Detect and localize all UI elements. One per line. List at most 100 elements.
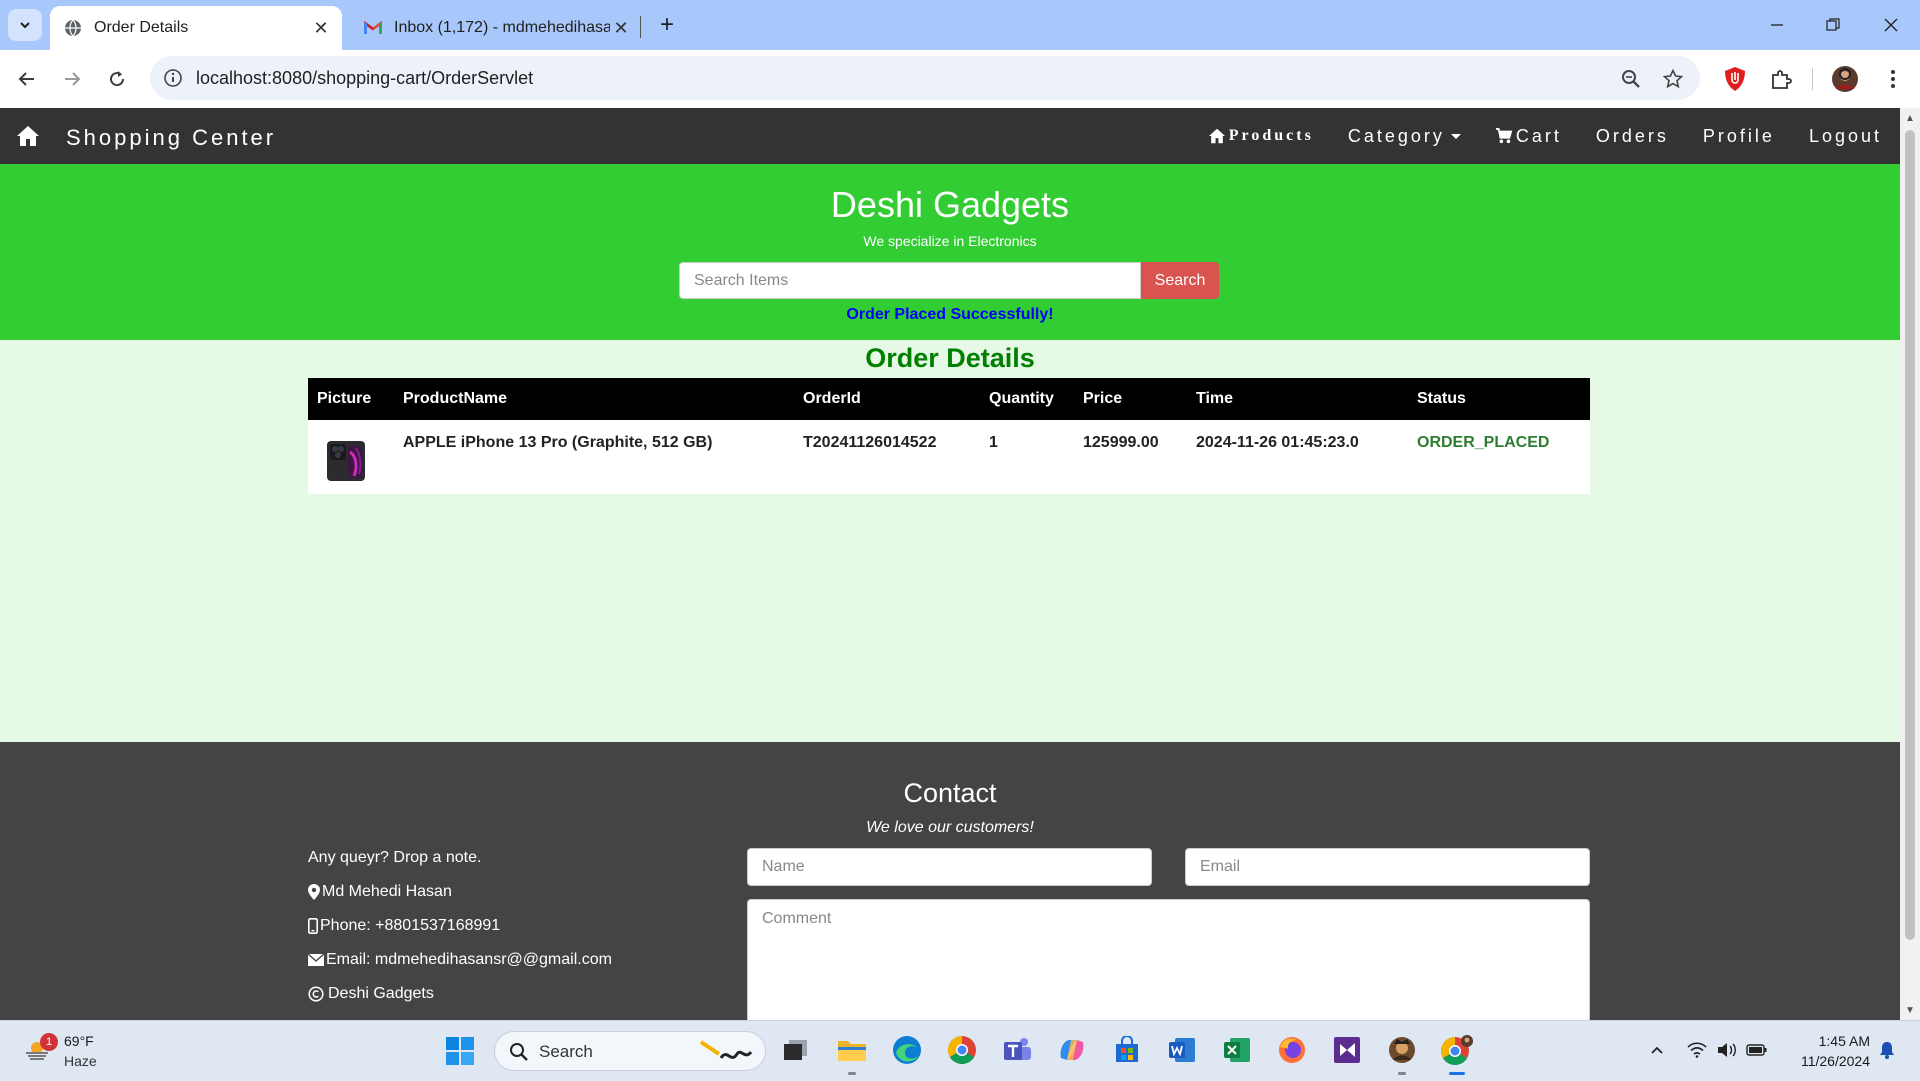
reload-icon [110,71,125,87]
windows-start-icon[interactable] [444,1035,476,1067]
contact-email-field[interactable] [1185,848,1590,886]
tab-separator [640,16,641,38]
scrollbar-thumb[interactable] [1905,130,1915,940]
order-table: Picture ProductName OrderId Quantity Pri… [308,378,1590,494]
site-info-icon[interactable] [162,67,184,89]
nav-products[interactable]: Products [1208,127,1314,145]
volume-icon[interactable] [1716,1039,1738,1061]
contact-comment-field[interactable] [747,899,1590,1020]
column-header: Time [1196,390,1234,407]
table-row: APPLE iPhone 13 Pro (Graphite, 512 GB) T… [308,420,1590,494]
home-icon[interactable] [16,124,40,148]
tab-search-button[interactable] [8,9,42,41]
browser-menu-icon[interactable] [1876,62,1910,96]
microsoft-store-icon[interactable] [1110,1033,1144,1067]
nav-menu: Products Category Cart Orders Profile Lo… [1174,108,1882,164]
edge-browser-icon[interactable] [890,1033,924,1067]
tab-title: Inbox (1,172) - mdmehedihasansr [394,19,610,36]
address-bar[interactable]: localhost:8080/shopping-cart/OrderServle… [150,56,1700,100]
back-button[interactable] [10,62,44,96]
order-quantity: 1 [989,434,998,451]
clock-date: 11/26/2024 [1800,1053,1870,1069]
order-price: 125999.00 [1083,434,1159,451]
copyright-row: Deshi Gadgets [308,985,434,1003]
gmail-icon [364,19,382,37]
visual-studio-icon[interactable] [1330,1033,1364,1067]
page-viewport: Shopping Center Products Category Cart O… [0,108,1900,1020]
close-window-button[interactable] [1866,8,1916,42]
notification-bell-icon[interactable] [1876,1039,1898,1061]
copyright-text: Deshi Gadgets [328,985,434,1002]
copyright-icon [308,986,324,1002]
firefox-icon[interactable] [1275,1033,1309,1067]
scroll-up-arrow-icon[interactable]: ▲ [1900,110,1920,126]
home-icon [1208,128,1226,144]
search-button[interactable]: Search [1141,262,1219,299]
site-navbar: Shopping Center Products Category Cart O… [0,108,1900,164]
map-marker-icon [308,884,320,900]
battery-icon[interactable] [1746,1039,1768,1061]
extensions-puzzle-icon[interactable] [1764,62,1798,96]
contact-footer: Contact We love our customers! Any queyr… [0,742,1900,1020]
restore-button[interactable] [1808,8,1858,42]
system-clock[interactable]: 1:45 AM 11/26/2024 [1780,1031,1870,1071]
nav-category-dropdown[interactable]: Category [1348,126,1461,147]
weather-notification-badge: 1 [40,1033,58,1051]
nav-logout[interactable]: Logout [1809,126,1882,147]
taskbar-search-label: Search [539,1042,593,1061]
phone-icon [308,918,318,934]
column-header: Status [1417,390,1466,407]
nav-cart[interactable]: Cart [1495,126,1562,147]
browser-tab-strip: Order Details ✕ Inbox (1,172) - mdmehedi… [0,0,1920,50]
url-text[interactable]: localhost:8080/shopping-cart/OrderServle… [196,68,533,89]
chevron-up-icon[interactable] [1646,1039,1668,1061]
search-icon [510,1043,528,1061]
reload-button[interactable] [100,62,134,96]
nav-profile[interactable]: Profile [1703,126,1775,147]
search-form: Search [679,262,1219,299]
restore-icon [1826,18,1840,31]
forward-button[interactable] [55,62,89,96]
contact-subtitle: We love our customers! [866,819,1034,836]
order-details-title: Order Details [865,343,1035,373]
adblock-extension-icon[interactable] [1718,62,1752,96]
word-icon[interactable] [1165,1033,1199,1067]
file-explorer-icon[interactable] [835,1033,869,1075]
close-icon [1884,18,1898,32]
product-name: APPLE iPhone 13 Pro (Graphite, 512 GB) [403,434,713,451]
bookmark-star-icon[interactable] [1660,66,1686,92]
chrome-profile-icon[interactable] [1440,1033,1474,1075]
clock-time: 1:45 AM [1818,1033,1870,1049]
copilot-icon[interactable] [1055,1033,1089,1067]
search-input[interactable] [679,262,1141,299]
toolbar-divider [1812,68,1813,90]
tab-inbox[interactable]: Inbox (1,172) - mdmehedihasansr ✕ [350,6,642,50]
wifi-icon[interactable] [1686,1039,1708,1061]
minimize-button[interactable] [1752,8,1802,42]
task-view-icon[interactable] [779,1033,813,1067]
site-brand[interactable]: Shopping Center [66,125,276,151]
tab-order-details[interactable]: Order Details ✕ [50,6,342,50]
page-scrollbar[interactable]: ▲ ▼ [1900,108,1920,1020]
chevron-down-icon [20,22,30,29]
windows-taskbar: 1 69°F Haze Search 1:45 AM 11/26/2024 [0,1020,1920,1081]
nav-orders[interactable]: Orders [1596,126,1669,147]
close-tab-icon[interactable]: ✕ [610,17,632,39]
weather-widget[interactable]: 1 69°F Haze [20,1029,140,1073]
taskbar-search[interactable]: Search [494,1031,766,1071]
chrome-icon[interactable] [945,1033,979,1067]
close-tab-icon[interactable]: ✕ [310,17,332,39]
nav-cart-label: Cart [1515,125,1562,146]
teams-icon[interactable] [1000,1033,1034,1067]
store-tagline: We specialize in Electronics [863,233,1037,249]
weather-temperature: 69°F [64,1033,94,1049]
zoom-icon[interactable] [1618,66,1644,92]
profile-avatar[interactable] [1828,62,1862,96]
app-avatar-icon[interactable] [1385,1033,1419,1075]
scroll-down-arrow-icon[interactable]: ▼ [1900,1002,1920,1018]
contact-name-field[interactable] [747,848,1152,886]
new-tab-button[interactable]: + [652,10,682,40]
weather-condition: Haze [64,1053,97,1069]
table-header: Picture ProductName OrderId Quantity Pri… [308,378,1590,420]
excel-icon[interactable] [1220,1033,1254,1067]
